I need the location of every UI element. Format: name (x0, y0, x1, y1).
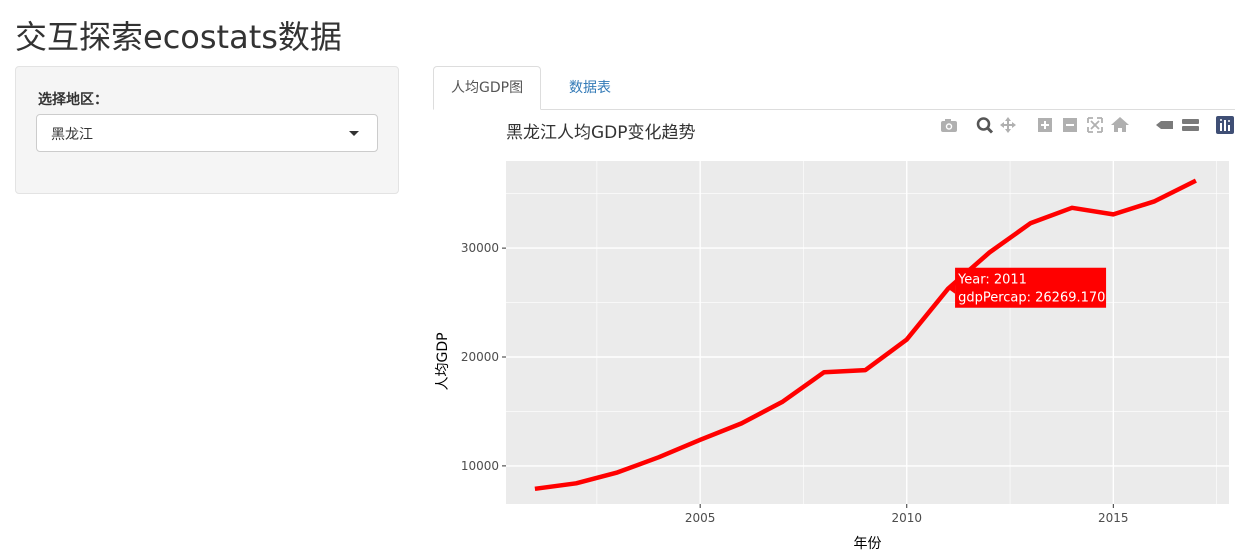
data-point[interactable] (655, 453, 663, 461)
data-point[interactable] (696, 436, 704, 444)
data-point[interactable] (861, 366, 869, 374)
tooltip-year: Year: 2011 (957, 273, 1027, 288)
y-axis: 10000 20000 30000 (461, 241, 506, 473)
x-axis-label: 年份 (854, 536, 882, 552)
sidebar-panel: 选择地区： 黑龙江 (15, 66, 399, 194)
y-axis-label: 人均GDP (435, 332, 451, 390)
y-tick-label: 10000 (461, 459, 499, 473)
data-point[interactable] (572, 479, 580, 487)
data-point[interactable] (1027, 219, 1035, 227)
caret-down-icon (349, 131, 359, 136)
x-tick-label: 2010 (891, 511, 922, 525)
y-tick-label: 20000 (461, 350, 499, 364)
region-select-value: 黑龙江 (51, 127, 93, 143)
hover-tooltip: Year: 2011 gdpPercap: 26269.170 (948, 267, 1107, 308)
x-tick-label: 2015 (1098, 511, 1129, 525)
gdp-line-chart[interactable]: 2005 2010 2015 10000 20000 30000 年份 人均GDP Ye… (433, 110, 1245, 558)
data-point[interactable] (531, 485, 539, 493)
region-select-label: 选择地区： (38, 92, 108, 108)
region-select[interactable]: 黑龙江 (36, 114, 378, 152)
data-point[interactable] (779, 398, 787, 406)
data-point[interactable] (737, 419, 745, 427)
data-point[interactable] (985, 248, 993, 256)
tab-gdp-chart[interactable]: 人均GDP图 (433, 66, 542, 110)
page-title: 交互探索ecostats数据 (15, 18, 342, 56)
data-point[interactable] (1151, 197, 1159, 205)
x-tick-label: 2005 (685, 511, 716, 525)
data-point[interactable] (1068, 204, 1076, 212)
data-point[interactable] (1192, 177, 1200, 185)
data-point[interactable] (614, 468, 622, 476)
tooltip-value: gdpPercap: 26269.170 (958, 291, 1105, 306)
tab-bar: 人均GDP图 数据表 (433, 66, 1235, 110)
data-point[interactable] (820, 368, 828, 376)
data-point[interactable] (903, 336, 911, 344)
y-tick-label: 30000 (461, 241, 499, 255)
x-axis: 2005 2010 2015 (685, 504, 1129, 525)
tab-data-table[interactable]: 数据表 (551, 66, 629, 110)
plot-container: 黑龙江人均GDP变化趋势 2005 2010 2015 10000 20000 … (433, 110, 1245, 558)
data-point[interactable] (1109, 210, 1117, 218)
